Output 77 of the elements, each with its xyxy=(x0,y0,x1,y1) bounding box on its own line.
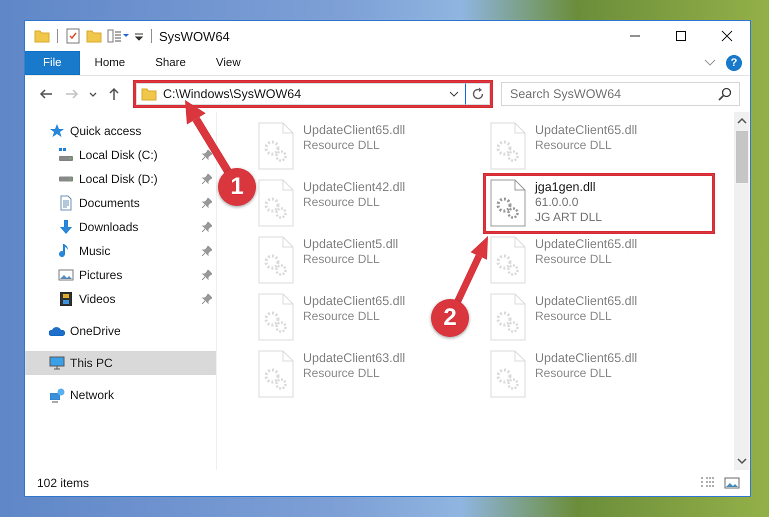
maximize-icon xyxy=(675,30,687,42)
sidebar-item[interactable]: Network xyxy=(25,383,216,407)
close-icon xyxy=(721,30,733,42)
sidebar-item[interactable]: Downloads xyxy=(25,215,216,239)
sidebar-item[interactable]: This PC xyxy=(25,351,216,375)
address-field[interactable]: C:\Windows\SysWOW64 xyxy=(136,83,466,105)
scroll-down-icon[interactable] xyxy=(737,457,747,465)
scrollbar-thumb[interactable] xyxy=(736,131,748,183)
film-icon xyxy=(58,291,74,307)
sidebar-item[interactable]: Local Disk (C:) xyxy=(25,143,216,167)
caret-icon xyxy=(89,92,97,96)
file-name[interactable]: UpdateClient65.dll xyxy=(535,123,638,137)
ribbon-tab[interactable]: View xyxy=(200,51,256,75)
ribbon-tab[interactable]: Share xyxy=(140,51,201,75)
window-title: SysWOW64 xyxy=(159,28,230,44)
file-detail: Resource DLL xyxy=(303,252,381,266)
file-name[interactable]: UpdateClient65.dll xyxy=(535,351,638,365)
sidebar-item[interactable]: Pictures xyxy=(25,263,216,287)
star-icon xyxy=(49,123,65,139)
pin-icon[interactable] xyxy=(202,174,212,184)
down-arrow-icon xyxy=(58,219,74,235)
gear-file-icon[interactable] xyxy=(489,179,527,227)
file-name[interactable]: UpdateClient63.dll xyxy=(303,351,406,365)
file-menu-tab[interactable]: File xyxy=(25,51,80,75)
ribbon-tab[interactable]: Home xyxy=(80,51,140,75)
file-name[interactable]: UpdateClient65.dll xyxy=(303,123,406,137)
checklist-icon[interactable] xyxy=(65,28,81,44)
drive-icon xyxy=(58,176,74,182)
search-field[interactable]: Search SysWOW64 xyxy=(501,82,740,106)
address-path: C:\Windows\SysWOW64 xyxy=(163,87,302,101)
file-detail: Resource DLL xyxy=(535,252,613,266)
file-detail: Resource DLL xyxy=(535,366,613,380)
item-count: 102 items xyxy=(37,476,90,490)
picture-icon xyxy=(58,267,74,283)
sidebar-item[interactable]: OneDrive xyxy=(25,319,216,343)
pin-icon[interactable] xyxy=(202,150,212,160)
file-detail: Resource DLL xyxy=(535,138,613,152)
pin-icon[interactable] xyxy=(202,270,212,280)
sidebar-item[interactable]: Local Disk (D:) xyxy=(25,167,216,191)
file-name[interactable]: UpdateClient5.dll xyxy=(303,237,398,251)
pin-icon[interactable] xyxy=(202,222,212,232)
caret-icon[interactable] xyxy=(449,91,459,97)
drive-icon xyxy=(58,147,74,163)
folder-icon[interactable] xyxy=(86,28,102,44)
properties-icon[interactable] xyxy=(107,28,129,44)
pin-icon[interactable] xyxy=(202,246,212,256)
scrollbar[interactable] xyxy=(734,112,750,470)
file-name[interactable]: UpdateClient65.dll xyxy=(303,294,406,308)
file-detail: Resource DLL xyxy=(535,309,613,323)
network-icon xyxy=(49,387,65,403)
sidebar-item[interactable]: Videos xyxy=(25,287,216,311)
refresh-button[interactable] xyxy=(466,83,490,105)
pin-icon[interactable] xyxy=(202,198,212,208)
file-name[interactable]: UpdateClient42.dll xyxy=(303,180,406,194)
scroll-up-icon[interactable] xyxy=(737,117,747,125)
chevron-down-icon[interactable] xyxy=(704,59,716,67)
large-icons-view-icon[interactable] xyxy=(724,476,740,490)
pin-icon[interactable] xyxy=(202,294,212,304)
file-name[interactable]: UpdateClient65.dll xyxy=(535,237,638,251)
sidebar-item[interactable]: Music xyxy=(25,239,216,263)
file-name[interactable]: UpdateClient65.dll xyxy=(535,294,638,308)
refresh-icon xyxy=(470,87,484,101)
folder-icon[interactable] xyxy=(34,28,50,44)
search-icon[interactable] xyxy=(718,87,732,101)
file-detail: Resource DLL xyxy=(303,366,381,380)
computer-icon xyxy=(49,355,65,371)
sidebar-item[interactable]: Quick access xyxy=(25,119,216,143)
help-button[interactable]: ? xyxy=(726,55,742,71)
file-detail: Resource DLL xyxy=(303,309,381,323)
file-detail: JG ART DLL xyxy=(535,210,602,224)
file-detail: Resource DLL xyxy=(303,138,381,152)
file-name[interactable]: jga1gen.dll xyxy=(535,180,602,194)
document-icon xyxy=(58,195,74,211)
file-detail: 61.0.0.0 xyxy=(535,195,580,209)
sidebar-item[interactable]: Documents xyxy=(25,191,216,215)
file-detail: Resource DLL xyxy=(303,195,381,209)
folder-icon xyxy=(141,86,157,102)
